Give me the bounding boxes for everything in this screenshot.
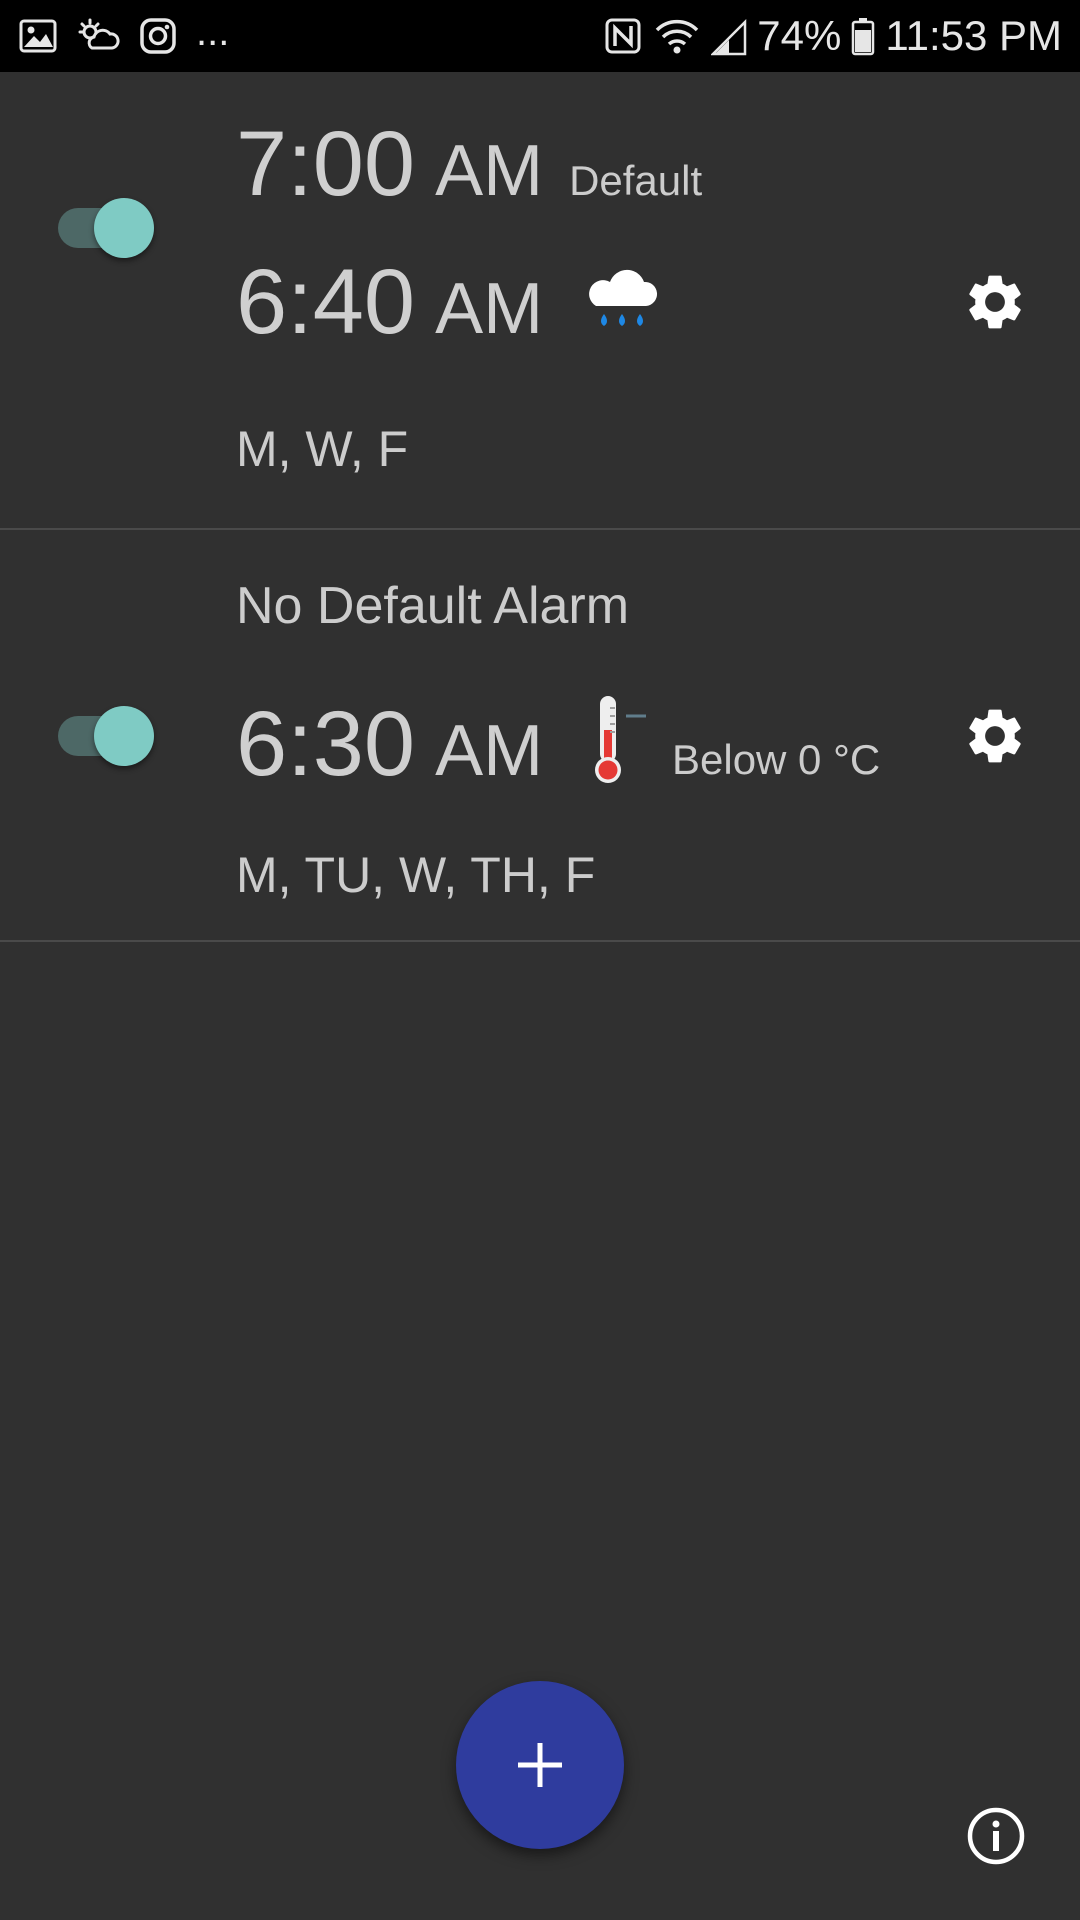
thermometer-icon [595, 696, 646, 783]
alarm-time-value: 6:30 [236, 693, 416, 795]
alarm-toggle[interactable] [56, 706, 154, 768]
alarm-item[interactable]: 7:00 AM Default 6:40 AM M, W, F [0, 72, 1080, 530]
alarm-days: M, TU, W, TH, F [236, 847, 596, 903]
battery-percentage: 74% [757, 12, 842, 59]
alarm-time-value: 6:40 [236, 251, 416, 353]
settings-gear-icon[interactable] [962, 703, 1028, 769]
status-bar: ... 74% 11:53 PM [0, 0, 1080, 72]
gallery-icon [19, 19, 57, 53]
more-notifications: ... [196, 10, 230, 54]
info-icon[interactable] [966, 1806, 1026, 1866]
default-label: Default [569, 157, 703, 204]
default-time: 7:00 [236, 113, 416, 215]
no-default-label: No Default Alarm [236, 577, 630, 635]
alarm-days: M, W, F [236, 421, 409, 477]
alarm-ampm: AM [435, 711, 544, 791]
add-alarm-button[interactable] [456, 1681, 624, 1849]
instagram-icon [140, 18, 176, 54]
condition-text: Below 0 °C [672, 736, 881, 783]
status-bar-notifications: ... [18, 0, 229, 72]
plus-icon [518, 1743, 562, 1787]
toggle-thumb [94, 706, 154, 766]
alarm-time[interactable]: 6:40 AM [236, 250, 543, 355]
weather-icon [78, 18, 120, 50]
status-bar-system: 74% 11:53 PM [603, 0, 1062, 72]
alarm-toggle[interactable] [56, 198, 154, 260]
default-ampm: AM [435, 131, 544, 211]
rain-cloud-icon [589, 269, 658, 326]
clock: 11:53 PM [885, 12, 1062, 59]
settings-gear-icon[interactable] [962, 269, 1028, 335]
battery-icon [852, 18, 875, 56]
nfc-icon [605, 18, 641, 54]
alarm-time[interactable]: 6:30 AM [236, 692, 543, 797]
toggle-thumb [94, 198, 154, 258]
signal-icon [711, 18, 747, 56]
alarm-item[interactable]: No Default Alarm 6:30 AM Below 0 °C M, T… [0, 530, 1080, 942]
alarm-ampm: AM [435, 269, 544, 349]
wifi-icon [656, 19, 699, 54]
default-alarm-line: 7:00 AM Default [236, 112, 702, 217]
